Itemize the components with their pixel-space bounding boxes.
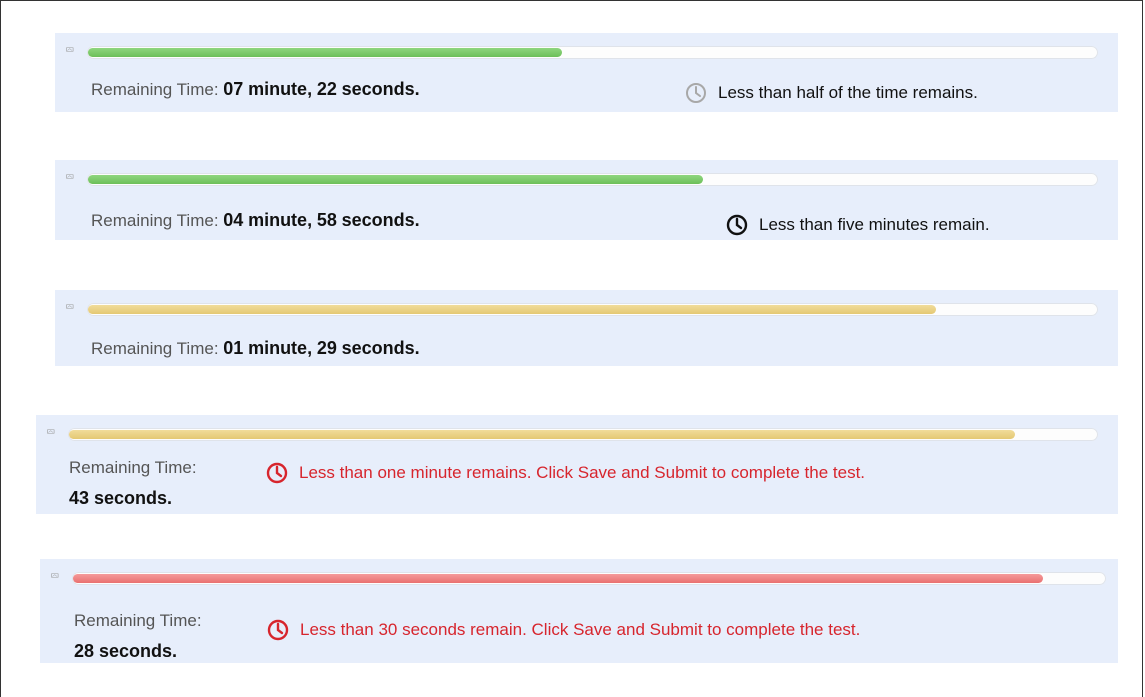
remaining-time: Remaining Time: 04 minute, 58 seconds. xyxy=(91,210,420,231)
progress-bar xyxy=(87,173,1098,186)
progress-fill xyxy=(88,305,936,314)
collapse-chevron-icon[interactable]: ⮹ xyxy=(65,44,77,56)
clock-icon xyxy=(267,619,289,641)
warning-message: Less than one minute remains. Click Save… xyxy=(299,463,866,482)
collapse-chevron-icon[interactable]: ⮹ xyxy=(65,301,77,313)
remaining-time-label: Remaining Time: xyxy=(91,211,219,230)
minutes-value: 07 xyxy=(223,79,244,99)
remaining-time-label: Remaining Time: xyxy=(69,458,197,477)
progress-fill xyxy=(88,48,562,57)
warning-message: Less than five minutes remain. xyxy=(759,215,990,234)
collapse-chevron-icon[interactable]: ⮹ xyxy=(46,426,58,438)
progress-bar xyxy=(68,428,1098,441)
timer-panel-5: ⮹ Remaining Time: Less than 30 seconds r… xyxy=(40,559,1118,663)
timer-panel-3: ⮹ Remaining Time: 01 minute, 29 seconds. xyxy=(55,290,1118,366)
progress-bar xyxy=(87,303,1098,316)
clock-icon xyxy=(266,462,288,484)
time-warning: Less than one minute remains. Click Save… xyxy=(266,462,865,484)
seconds-unit: seconds. xyxy=(341,210,420,230)
time-warning: Less than half of the time remains. xyxy=(685,82,978,104)
collapse-chevron-icon[interactable]: ⮹ xyxy=(65,171,77,183)
collapse-chevron-icon[interactable]: ⮹ xyxy=(50,570,62,582)
clock-icon xyxy=(686,83,706,103)
progress-bar xyxy=(87,46,1098,59)
minutes-value: 01 xyxy=(223,338,244,358)
remaining-time-label: Remaining Time: xyxy=(91,80,219,99)
minutes-unit: minute, xyxy=(248,79,313,99)
minutes-value: 04 xyxy=(223,210,244,230)
seconds-remaining: 28 seconds. xyxy=(74,641,178,661)
progress-fill xyxy=(88,175,703,184)
warning-message: Less than half of the time remains. xyxy=(718,83,978,102)
timer-panel-1: ⮹ Remaining Time: 07 minute, 22 seconds.… xyxy=(55,33,1118,112)
progress-fill xyxy=(73,574,1043,583)
seconds-unit: seconds. xyxy=(341,338,420,358)
timer-panel-2: ⮹ Remaining Time: 04 minute, 58 seconds.… xyxy=(55,160,1118,240)
remaining-time-label: Remaining Time: xyxy=(91,339,219,358)
minutes-unit: minute, xyxy=(248,210,313,230)
remaining-time: Remaining Time: 01 minute, 29 seconds. xyxy=(91,338,420,359)
progress-fill xyxy=(69,430,1015,439)
seconds-unit: seconds. xyxy=(341,79,420,99)
remaining-time-label: Remaining Time: xyxy=(74,611,202,630)
time-warning: Less than 30 seconds remain. Click Save … xyxy=(267,619,860,641)
warning-message: Less than 30 seconds remain. Click Save … xyxy=(300,620,861,639)
remaining-time: Remaining Time: 07 minute, 22 seconds. xyxy=(91,79,420,100)
timer-panel-4: ⮹ Remaining Time: Less than one minute r… xyxy=(36,415,1118,514)
seconds-remaining: 43 seconds. xyxy=(69,488,173,508)
progress-bar xyxy=(72,572,1106,585)
time-warning: Less than five minutes remain. xyxy=(726,214,990,236)
minutes-unit: minute, xyxy=(248,338,313,358)
seconds-value: 29 xyxy=(316,338,337,358)
seconds-value: 58 xyxy=(316,210,337,230)
seconds-value: 22 xyxy=(316,79,337,99)
clock-icon xyxy=(726,214,748,236)
